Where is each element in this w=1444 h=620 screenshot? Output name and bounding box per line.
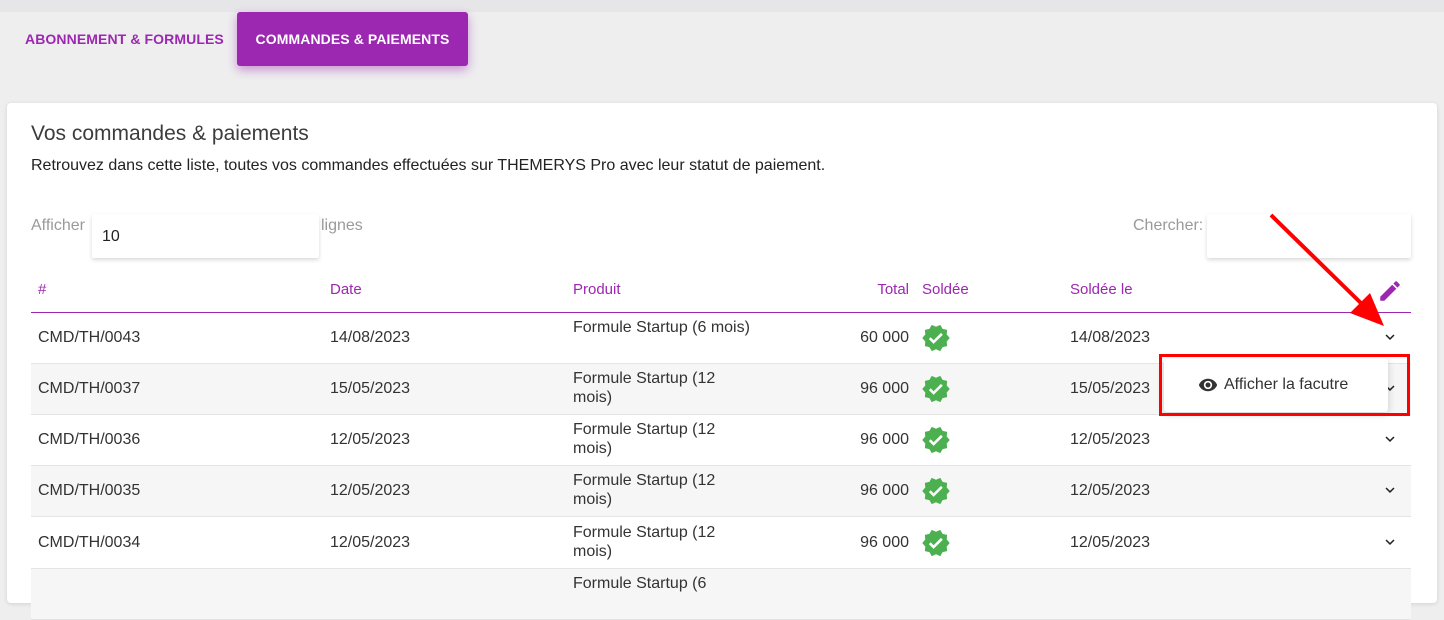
verified-check-icon	[922, 375, 950, 403]
chevron-down-icon[interactable]	[1381, 430, 1399, 448]
tab-commandes-paiements[interactable]: COMMANDES & PAIEMENTS	[237, 12, 468, 66]
table-row: Formule Startup (6	[31, 569, 1411, 620]
order-total: 96 000	[860, 431, 909, 448]
annotation-highlight-box	[1159, 354, 1410, 416]
search-label: Chercher:	[1133, 217, 1204, 234]
pencil-icon[interactable]	[1377, 278, 1403, 304]
table-row: CMD/TH/0035 12/05/2023 Formule Startup (12…	[31, 466, 1411, 517]
chevron-down-icon[interactable]	[1381, 328, 1399, 346]
col-header-paid-on[interactable]: Soldée le	[1070, 281, 1133, 298]
chevron-down-icon[interactable]	[1381, 481, 1399, 499]
table-row: CMD/TH/0036 12/05/2023 Formule Startup (12…	[31, 415, 1411, 466]
order-paid-on: 12/05/2023	[1070, 482, 1151, 499]
verified-check-icon	[922, 324, 950, 352]
order-id: CMD/TH/0034	[38, 534, 141, 551]
length-suffix: lignes	[321, 217, 363, 234]
verified-check-icon	[922, 529, 950, 557]
order-product: Formule Startup (12 mois)	[573, 370, 716, 406]
order-id: CMD/TH/0036	[38, 431, 141, 448]
length-label: Afficher	[31, 217, 85, 234]
order-date: 12/05/2023	[330, 482, 411, 499]
col-header-date[interactable]: Date	[330, 281, 362, 298]
order-id: CMD/TH/0037	[38, 380, 141, 397]
order-product: Formule Startup (12 mois)	[573, 472, 716, 508]
order-total: 60 000	[860, 329, 909, 346]
order-paid-on: 12/05/2023	[1070, 534, 1151, 551]
tab-abonnement-formules[interactable]: ABONNEMENT & FORMULES	[25, 31, 224, 47]
col-header-product[interactable]: Produit	[573, 281, 621, 298]
order-date: 15/05/2023	[330, 380, 411, 397]
order-product: Formule Startup (12 mois)	[573, 524, 716, 560]
order-paid-on: 12/05/2023	[1070, 431, 1151, 448]
page-length-select[interactable]: 10	[92, 214, 319, 258]
order-date: 12/05/2023	[330, 431, 411, 448]
order-total: 96 000	[860, 482, 909, 499]
search-input[interactable]	[1207, 214, 1411, 258]
chevron-down-icon[interactable]	[1381, 533, 1399, 551]
order-product: Formule Startup (6 mois)	[573, 319, 750, 336]
order-date: 12/05/2023	[330, 534, 411, 551]
order-date: 14/08/2023	[330, 329, 411, 346]
col-header-total[interactable]: Total	[771, 281, 909, 298]
card-title: Vos commandes & paiements	[31, 122, 309, 145]
order-total: 96 000	[860, 380, 909, 397]
card-subtitle: Retrouvez dans cette liste, toutes vos c…	[31, 157, 826, 174]
verified-check-icon	[922, 426, 950, 454]
top-bar	[0, 0, 1444, 12]
order-paid-on: 14/08/2023	[1070, 329, 1151, 346]
verified-check-icon	[922, 477, 950, 505]
order-id: CMD/TH/0035	[38, 482, 141, 499]
order-id: CMD/TH/0043	[38, 329, 141, 346]
col-header-id[interactable]: #	[38, 281, 46, 298]
table-row: CMD/TH/0034 12/05/2023 Formule Startup (12…	[31, 518, 1411, 569]
col-header-paid[interactable]: Soldée	[922, 281, 969, 298]
order-product: Formule Startup (12 mois)	[573, 421, 716, 457]
order-product: Formule Startup (6	[573, 575, 707, 592]
order-paid-on: 15/05/2023	[1070, 380, 1151, 397]
order-total: 96 000	[860, 534, 909, 551]
